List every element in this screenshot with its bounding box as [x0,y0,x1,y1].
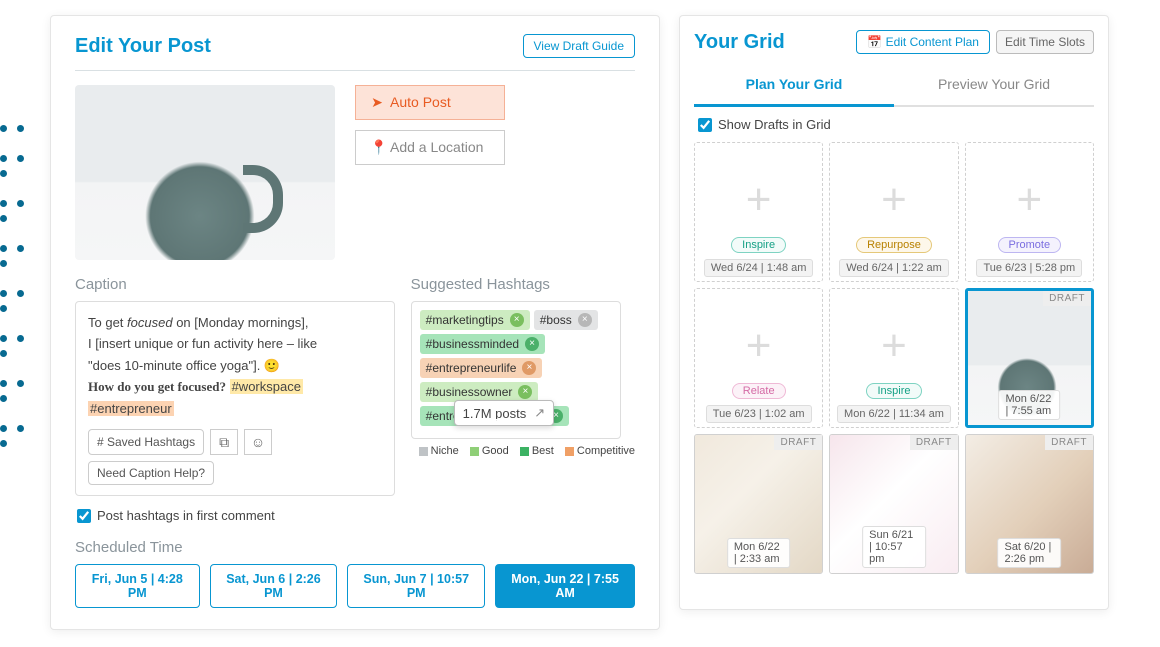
cell-time: Sat 6/20 | 2:26 pm [997,538,1061,568]
add-location-button[interactable]: 📍Add a Location [355,130,505,165]
grid-cell[interactable]: DRAFT Mon 6/22 | 2:33 am [694,434,823,574]
your-grid-title: Your Grid [694,31,785,54]
show-drafts-checkbox-input[interactable] [698,118,712,132]
remove-icon[interactable]: × [522,361,536,375]
hashtag-chip[interactable]: #marketingtips× [420,310,530,330]
remove-icon[interactable]: × [510,313,524,327]
time-slot[interactable]: Sun, Jun 7 | 10:57 PM [347,564,485,608]
cell-time: Wed 6/24 | 1:22 am [839,259,949,277]
caption-help-button[interactable]: Need Caption Help? [88,461,214,485]
decorative-dots [0,120,50,465]
grid-cell[interactable]: + Inspire Mon 6/22 | 11:34 am [829,288,958,428]
edit-post-title: Edit Your Post [75,35,211,58]
template-icon[interactable]: ⧉ [210,429,238,455]
category-pill: Promote [998,237,1062,253]
remove-icon[interactable]: × [525,337,539,351]
grid-cell[interactable]: + Promote Tue 6/23 | 5:28 pm [965,142,1094,282]
hashtag-posts-tooltip: 1.7M posts ↗ [454,400,555,426]
post-image[interactable] [75,85,335,260]
cell-time: Mon 6/22 | 7:55 am [998,390,1060,420]
hashtag-chip[interactable]: #boss× [534,310,598,330]
tab-plan-grid[interactable]: Plan Your Grid [694,66,894,107]
time-slot-selected[interactable]: Mon, Jun 22 | 7:55 AM [495,564,635,608]
your-grid-panel: Your Grid 📅 Edit Content Plan Edit Time … [679,15,1109,610]
category-pill: Inspire [866,383,921,399]
grid-cell[interactable]: + Repurpose Wed 6/24 | 1:22 am [829,142,958,282]
show-drafts-checkbox[interactable]: Show Drafts in Grid [694,107,1094,142]
first-comment-checkbox[interactable]: Post hashtags in first comment [77,508,633,523]
remove-icon[interactable]: × [578,313,592,327]
first-comment-checkbox-input[interactable] [77,509,91,523]
draft-badge: DRAFT [1045,435,1093,450]
scheduled-time-label: Scheduled Time [75,539,635,556]
edit-time-slots-button[interactable]: Edit Time Slots [996,30,1094,54]
tab-preview-grid[interactable]: Preview Your Grid [894,66,1094,107]
cell-time: Tue 6/23 | 1:02 am [706,405,812,423]
view-draft-guide-button[interactable]: View Draft Guide [523,34,636,58]
plus-icon: + [746,175,772,225]
draft-badge: DRAFT [774,435,822,450]
grid-cell[interactable]: DRAFT Sun 6/21 | 10:57 pm [829,434,958,574]
grid-cell-selected[interactable]: DRAFT Mon 6/22 | 7:55 am [965,288,1094,428]
grid-cell[interactable]: + Inspire Wed 6/24 | 1:48 am [694,142,823,282]
content-grid: + Inspire Wed 6/24 | 1:48 am + Repurpose… [694,142,1094,574]
time-slot[interactable]: Sat, Jun 6 | 2:26 PM [210,564,338,608]
plus-icon: + [881,175,907,225]
emoji-icon[interactable]: ☺ [244,429,272,455]
category-pill: Relate [732,383,786,399]
edit-content-plan-button[interactable]: 📅 Edit Content Plan [856,30,990,54]
hashtag-legend: Niche Good Best Competitive [411,445,635,457]
calendar-icon: 📅 [867,35,882,49]
external-link-icon[interactable]: ↗ [534,405,545,421]
remove-icon[interactable]: × [518,385,532,399]
grid-cell[interactable]: + Relate Tue 6/23 | 1:02 am [694,288,823,428]
category-pill: Inspire [731,237,786,253]
plus-icon: + [1016,175,1042,225]
auto-post-button[interactable]: ➤Auto Post [355,85,505,120]
divider [75,70,635,71]
hashtag-chip[interactable]: #businessminded× [420,334,545,354]
saved-hashtags-button[interactable]: # Saved Hashtags [88,429,204,455]
grid-cell[interactable]: DRAFT Sat 6/20 | 2:26 pm [965,434,1094,574]
cell-time: Sun 6/21 | 10:57 pm [862,526,926,568]
cell-time: Mon 6/22 | 2:33 am [727,538,791,568]
plus-icon: + [746,321,772,371]
plus-icon: + [881,321,907,371]
draft-badge: DRAFT [1043,291,1091,306]
paper-plane-icon: ➤ [370,94,384,111]
time-slot[interactable]: Fri, Jun 5 | 4:28 PM [75,564,200,608]
edit-post-panel: Edit Your Post View Draft Guide ➤Auto Po… [50,15,660,630]
hashtag-chip[interactable]: #businessowner× [420,382,539,402]
draft-badge: DRAFT [910,435,958,450]
hashtag-workspace[interactable]: #workspace [230,379,303,394]
cell-time: Mon 6/22 | 11:34 am [837,405,951,423]
cell-time: Wed 6/24 | 1:48 am [704,259,814,277]
hashtag-entrepreneur[interactable]: #entrepreneur [88,401,174,416]
hashtag-chip[interactable]: #entrepreneurlife× [420,358,543,378]
category-pill: Repurpose [856,237,932,253]
suggested-hashtags-label: Suggested Hashtags [411,276,635,293]
caption-editor[interactable]: To get focused on [Monday mornings], I [… [75,301,395,496]
cell-time: Tue 6/23 | 5:28 pm [976,259,1082,277]
pin-icon: 📍 [370,139,384,156]
suggested-hashtags-box: #marketingtips× #boss× #businessminded× … [411,301,621,439]
caption-label: Caption [75,276,395,293]
